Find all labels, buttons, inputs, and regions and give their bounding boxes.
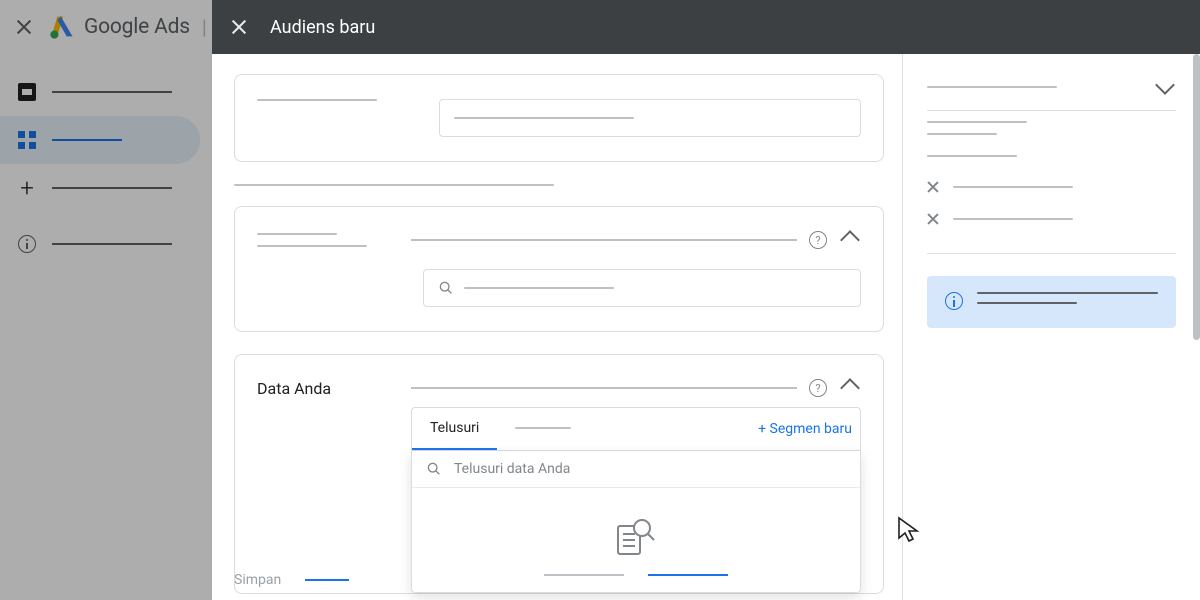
footer: Simpan (234, 572, 349, 588)
close-icon[interactable] (927, 181, 939, 193)
tab-placeholder[interactable] (497, 415, 589, 443)
panel-close-icon[interactable] (232, 20, 246, 34)
cursor-icon (896, 516, 924, 544)
empty-state-icon (614, 516, 658, 556)
section-title: Data Anda (257, 379, 331, 398)
help-icon[interactable] (809, 231, 827, 249)
scrollbar[interactable] (1193, 54, 1200, 340)
search-icon (426, 461, 442, 477)
chevron-up-icon[interactable] (840, 230, 860, 250)
removable-item (927, 203, 1176, 235)
chevron-down-icon[interactable] (1155, 75, 1175, 95)
tabs: Telusuri Segmen baru (412, 408, 860, 451)
modal-panel: Audiens baru (212, 0, 1200, 600)
card-name (234, 74, 884, 162)
search-input[interactable] (423, 269, 861, 307)
info-icon (945, 292, 963, 310)
tab-browse[interactable]: Telusuri (412, 408, 497, 450)
card-your-data: Data Anda Telusuri Segme (234, 354, 884, 594)
panel-header: Audiens baru (212, 0, 1200, 54)
main-content: Data Anda Telusuri Segme (212, 54, 902, 600)
save-button[interactable]: Simpan (234, 572, 281, 588)
removable-item (927, 171, 1176, 203)
search-icon (438, 280, 454, 296)
text-input[interactable] (439, 99, 861, 137)
dropdown-search[interactable]: Telusuri data Anda (412, 451, 860, 488)
chevron-up-icon[interactable] (840, 378, 860, 398)
help-icon[interactable] (809, 379, 827, 397)
dropdown-panel: Telusuri data Anda (411, 451, 861, 593)
new-segment-link[interactable]: Segmen baru (750, 409, 860, 449)
card-search-section (234, 206, 884, 332)
search-placeholder: Telusuri data Anda (454, 461, 570, 477)
right-sidebar (902, 54, 1200, 600)
close-icon[interactable] (927, 213, 939, 225)
panel-title: Audiens baru (270, 17, 375, 38)
info-callout (927, 276, 1176, 328)
